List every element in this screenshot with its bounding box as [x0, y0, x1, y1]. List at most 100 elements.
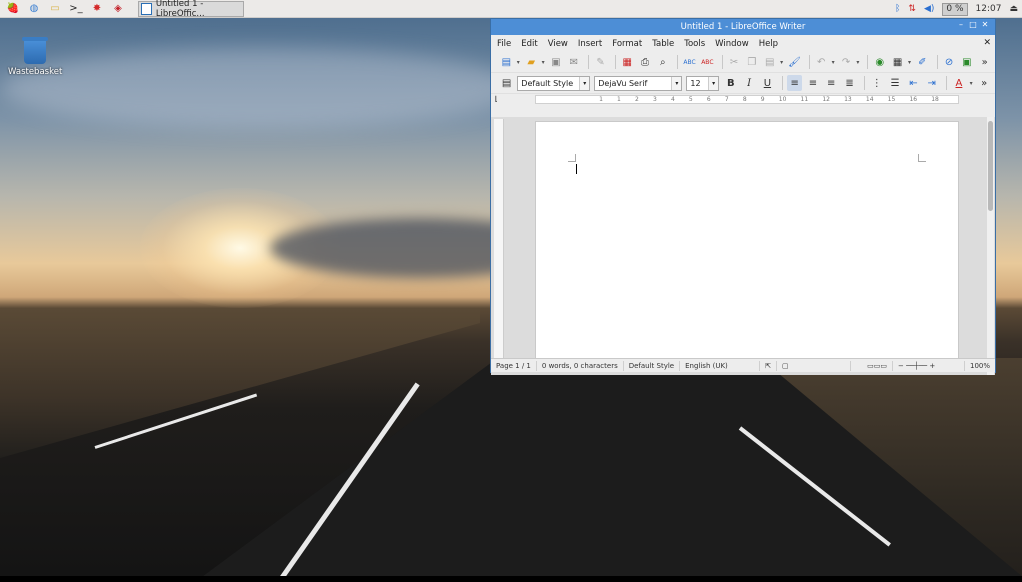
align-right-icon[interactable]: ≡: [824, 75, 839, 91]
italic-icon[interactable]: I: [741, 75, 756, 91]
save-icon[interactable]: ▣: [549, 54, 564, 70]
taskbar-writer-button[interactable]: Untitled 1 - LibreOffic...: [138, 0, 244, 19]
document-page[interactable]: [535, 121, 959, 371]
print-preview-icon[interactable]: ⌕: [655, 54, 670, 70]
export-pdf-icon[interactable]: ▦: [620, 54, 635, 70]
clock[interactable]: 12:07: [976, 4, 1002, 14]
align-left-icon[interactable]: ≡: [787, 75, 803, 91]
wolfram-icon[interactable]: ◈: [110, 1, 126, 17]
open-folder-icon[interactable]: ▰: [524, 54, 539, 70]
scrollbar-thumb[interactable]: [988, 121, 993, 211]
redo-icon[interactable]: ↷: [839, 54, 854, 70]
print-icon[interactable]: ⎙: [638, 54, 653, 70]
autospellcheck-icon[interactable]: ABC: [700, 54, 715, 70]
ruler-mark: 9: [760, 96, 765, 103]
font-size-select[interactable]: 12 ▾: [686, 75, 720, 91]
more-formatting-icon[interactable]: »: [977, 75, 992, 91]
menu-file[interactable]: File: [497, 39, 511, 49]
page-style[interactable]: Default Style: [624, 360, 681, 371]
edit-mode-icon[interactable]: ✎: [593, 54, 608, 70]
ruler-mark: 14: [865, 96, 874, 103]
bluetooth-icon[interactable]: ᛒ: [895, 4, 900, 14]
status-bar: Page 1 / 1 0 words, 0 characters Default…: [491, 358, 995, 372]
justify-icon[interactable]: ≣: [842, 75, 857, 91]
menu-window[interactable]: Window: [715, 39, 749, 49]
window-titlebar[interactable]: Untitled 1 - LibreOffice Writer – □ ✕: [491, 19, 995, 35]
maximize-button[interactable]: □: [967, 20, 979, 29]
menu-edit[interactable]: Edit: [521, 39, 537, 49]
bold-icon[interactable]: B: [723, 75, 738, 91]
ruler-mark: 1: [617, 96, 621, 103]
spellcheck-icon[interactable]: ABC: [682, 54, 697, 70]
file-manager-icon[interactable]: ▭: [47, 1, 63, 17]
minimize-button[interactable]: –: [955, 20, 967, 29]
navigator-icon[interactable]: ◉: [872, 54, 887, 70]
volume-icon[interactable]: ◀): [924, 4, 934, 14]
cut-icon[interactable]: ✂: [727, 54, 742, 70]
increase-indent-icon[interactable]: ⇥: [924, 75, 939, 91]
hyperlink-icon[interactable]: ⊘: [942, 54, 957, 70]
view-layout-icon[interactable]: ▭▭▭: [862, 360, 893, 371]
vertical-scrollbar[interactable]: [987, 117, 994, 375]
menu-insert[interactable]: Insert: [578, 39, 602, 49]
insert-table-icon[interactable]: ▦: [890, 54, 905, 70]
zoom-slider[interactable]: − ──┼── +: [893, 360, 965, 371]
copy-icon[interactable]: ❐: [744, 54, 759, 70]
align-center-icon[interactable]: ≡: [805, 75, 820, 91]
word-count[interactable]: 0 words, 0 characters: [537, 360, 624, 371]
ruler-mark: 13: [844, 96, 852, 103]
ruler-mark: 6: [706, 96, 711, 103]
paragraph-style-select[interactable]: Default Style ▾: [517, 75, 591, 91]
raspberry-menu-icon[interactable]: 🍓: [5, 1, 21, 17]
menu-view[interactable]: View: [548, 39, 568, 49]
undo-icon[interactable]: ↶: [814, 54, 829, 70]
taskbar: 🍓 ◍ ▭ >_ ✸ ◈ Untitled 1 - LibreOffic... ᛒ ⇅ ◀…: [0, 0, 1022, 19]
clone-formatting-icon[interactable]: 🖌: [787, 54, 802, 70]
margin-corner-marker: [918, 154, 926, 162]
email-icon[interactable]: ✉: [566, 54, 581, 70]
document-modified-icon[interactable]: ▢: [777, 360, 851, 371]
writer-window: Untitled 1 - LibreOffice Writer – □ ✕ Fi…: [490, 18, 996, 375]
language[interactable]: English (UK): [680, 360, 761, 371]
paste-icon[interactable]: ▤: [762, 54, 777, 70]
network-disconnected-icon[interactable]: ⇅: [908, 4, 916, 14]
terminal-icon[interactable]: >_: [68, 1, 84, 17]
menu-help[interactable]: Help: [759, 39, 778, 49]
decrease-indent-icon[interactable]: ⇤: [906, 75, 921, 91]
tab-stop-selector-icon[interactable]: ⌊: [495, 95, 498, 103]
styles-icon[interactable]: ▤: [499, 75, 514, 91]
cpu-monitor[interactable]: 0 %: [942, 2, 968, 16]
horizontal-ruler-row: ⌊ 1 1 2 3 4 5 6 7 8 9 10 11 12 13 14 15 16 18: [491, 94, 995, 106]
math-app-icon[interactable]: ✸: [89, 1, 105, 17]
menu-tools[interactable]: Tools: [684, 39, 705, 49]
launcher-group: 🍓 ◍ ▭ >_ ✸ ◈: [0, 1, 126, 17]
bullet-list-icon[interactable]: ☰: [887, 75, 902, 91]
eject-icon[interactable]: ⏏: [1009, 4, 1018, 14]
font-color-icon[interactable]: A: [951, 75, 966, 91]
draw-functions-icon[interactable]: ✐: [915, 54, 930, 70]
insert-mode-icon[interactable]: ⇱: [760, 360, 777, 371]
zoom-level[interactable]: 100%: [965, 361, 995, 371]
page-count[interactable]: Page 1 / 1: [491, 360, 537, 371]
close-button[interactable]: ✕: [979, 20, 991, 29]
wallpaper-cloud: [0, 48, 520, 128]
trash-icon: [22, 37, 48, 64]
new-document-icon[interactable]: ▤: [499, 54, 514, 70]
menu-table[interactable]: Table: [652, 39, 674, 49]
web-browser-icon[interactable]: ◍: [26, 1, 42, 17]
underline-icon[interactable]: U: [760, 75, 775, 91]
numbered-list-icon[interactable]: ⋮: [869, 75, 884, 91]
font-name-select[interactable]: DejaVu Serif ▾: [594, 75, 683, 91]
close-document-icon[interactable]: ✕: [983, 38, 991, 48]
horizontal-ruler[interactable]: 1 1 2 3 4 5 6 7 8 9 10 11 12 13 14 15 16 18: [535, 95, 959, 104]
font-size-value: 12: [690, 78, 701, 88]
more-tools-icon[interactable]: »: [977, 54, 992, 70]
vertical-ruler[interactable]: [494, 119, 504, 369]
taskbar-task-label: Untitled 1 - LibreOffic...: [155, 0, 205, 19]
system-tray: ᛒ ⇅ ◀) 0 % 12:07 ⏏: [887, 0, 1022, 18]
insert-image-icon[interactable]: ▣: [959, 54, 974, 70]
ruler-mark: 15: [887, 96, 896, 103]
wastebasket[interactable]: Wastebasket: [8, 37, 62, 77]
ruler-mark: 3: [652, 96, 657, 103]
menu-format[interactable]: Format: [612, 39, 642, 49]
